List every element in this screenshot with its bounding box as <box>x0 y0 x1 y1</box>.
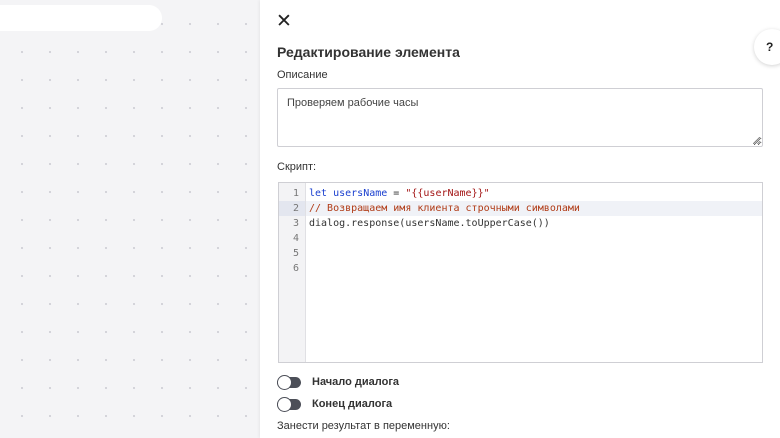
line-number: 3 <box>292 218 299 229</box>
toggle-switch[interactable] <box>277 397 301 411</box>
code-line[interactable]: // Возвращаем имя клиента строчными симв… <box>306 201 762 216</box>
line-number: 4 <box>292 233 299 244</box>
line-number: 6 <box>292 263 299 274</box>
result-variable-label: Занести результат в переменную: <box>277 420 450 432</box>
resize-grip-icon[interactable] <box>753 137 760 144</box>
script-label: Скрипт: <box>277 161 317 173</box>
script-editor[interactable]: 1 2 3 4 5 6 let usersName = "{{userName}… <box>278 182 763 363</box>
line-number: 5 <box>292 248 299 259</box>
toggle-knob <box>278 375 291 389</box>
description-field[interactable]: Проверяем рабочие часы <box>277 88 763 147</box>
code-line[interactable]: let usersName = "{{userName}}" <box>309 186 490 201</box>
toggle-knob <box>278 397 291 411</box>
toggle-label: Начало диалога <box>312 376 400 388</box>
toggle-dialog-end[interactable]: Конец диалога <box>277 397 393 411</box>
description-value: Проверяем рабочие часы <box>287 97 419 109</box>
toggle-switch[interactable] <box>277 375 301 389</box>
help-label: ? <box>766 40 774 54</box>
toggle-dialog-start[interactable]: Начало диалога <box>277 375 400 389</box>
description-label: Описание <box>277 69 328 81</box>
line-number: 1 <box>292 188 299 199</box>
line-number: 2 <box>279 201 305 216</box>
toggle-label: Конец диалога <box>312 398 393 410</box>
canvas-search-pill[interactable] <box>0 5 162 31</box>
close-icon[interactable]: ✕ <box>276 12 292 31</box>
code-line[interactable]: dialog.response(usersName.toUpperCase()) <box>309 216 550 231</box>
flow-canvas[interactable] <box>0 0 260 438</box>
panel-title: Редактирование элемента <box>277 44 460 60</box>
